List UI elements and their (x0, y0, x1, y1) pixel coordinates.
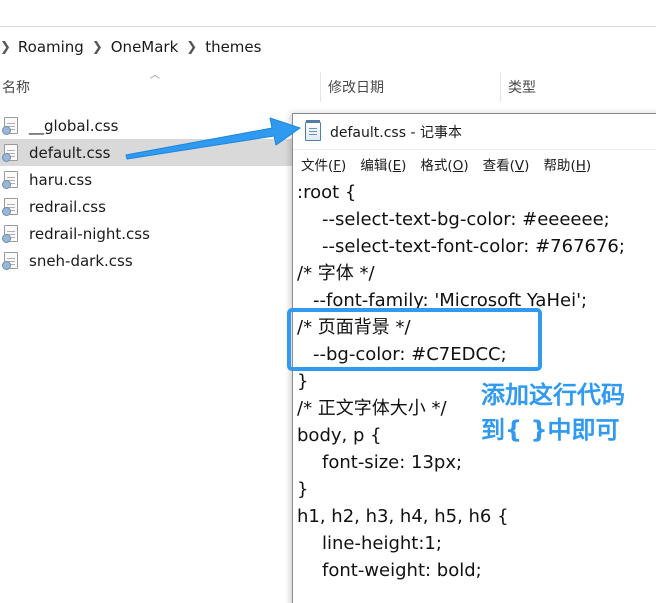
css-file-icon (2, 117, 18, 135)
menu-accelerator: H (575, 157, 586, 174)
menu-edit[interactable]: 编辑(E) (360, 154, 406, 174)
highlight-box (287, 308, 542, 371)
file-name: redrail.css (29, 197, 106, 216)
file-name: redrail-night.css (29, 224, 150, 243)
menu-accelerator: O (452, 157, 464, 174)
menu-format[interactable]: 格式(O) (420, 154, 468, 174)
breadcrumb-roaming[interactable]: Roaming (16, 38, 86, 56)
css-file-icon (2, 144, 18, 162)
file-item-selected[interactable]: default.css (0, 139, 300, 166)
toolbar-divider (0, 26, 656, 27)
css-file-icon (2, 225, 18, 243)
menu-label: 文件 (301, 157, 328, 174)
menu-label: 编辑 (360, 157, 388, 174)
code-line: :root { (297, 182, 357, 203)
menu-file[interactable]: 文件(F) (301, 154, 346, 174)
code-line: font-size: 13px; (322, 452, 463, 473)
menu-accelerator: E (392, 157, 402, 174)
annotation-line: 添加这行代码 (481, 381, 625, 409)
column-divider[interactable] (500, 72, 501, 102)
column-header-type[interactable]: 类型 (508, 70, 536, 104)
column-header-name[interactable]: 名称 (2, 70, 30, 104)
chevron-right-icon[interactable]: ❯ (180, 40, 203, 55)
menu-label: 查看 (482, 157, 510, 174)
chevron-right-icon[interactable]: ❯ (0, 40, 16, 55)
menu-help[interactable]: 帮助(H) (543, 154, 591, 174)
menu-accelerator: V (514, 157, 525, 174)
menu-view[interactable]: 查看(V) (483, 154, 530, 174)
menu-label: 帮助 (543, 157, 571, 174)
chevron-right-icon[interactable]: ❯ (86, 40, 109, 55)
file-name: __global.css (29, 116, 119, 135)
file-name: default.css (29, 143, 111, 162)
menu-accelerator: F (333, 157, 342, 174)
menu-label: 格式 (420, 157, 448, 174)
breadcrumb-themes[interactable]: themes (203, 38, 263, 56)
code-line: font-weight: bold; (322, 560, 482, 581)
window-title: default.css - 记事本 (330, 124, 462, 141)
breadcrumb-onemark[interactable]: OneMark (109, 38, 181, 56)
address-bar[interactable]: ❯ Roaming ❯ OneMark ❯ themes (0, 33, 656, 61)
file-name: haru.css (29, 170, 93, 189)
code-line: /* 字体 */ (297, 263, 375, 284)
code-line: --select-text-bg-color: #eeeeee; (322, 209, 610, 230)
code-line: h1, h2, h3, h4, h5, h6 { (297, 506, 509, 527)
file-name: sneh-dark.css (29, 251, 133, 270)
css-file-icon (2, 171, 18, 189)
code-line: --select-text-font-color: #767676; (322, 236, 625, 257)
code-line: line-height:1; (322, 533, 442, 554)
column-headers: 名称 修改日期 类型 (0, 70, 656, 104)
notepad-icon (305, 120, 321, 141)
css-file-icon (2, 198, 18, 216)
code-line: } (297, 479, 309, 500)
column-header-date[interactable]: 修改日期 (328, 70, 384, 104)
annotation-note: 添加这行代码 到{ }中即可 (481, 378, 656, 448)
screenshot: ❯ Roaming ❯ OneMark ❯ themes ︿ 名称 修改日期 类… (0, 0, 656, 603)
column-divider[interactable] (320, 72, 321, 102)
menu-bar: 文件(F) 编辑(E) 格式(O) 查看(V) 帮助(H) (293, 150, 656, 177)
css-file-icon (2, 252, 18, 270)
annotation-line: 到{ }中即可 (481, 416, 620, 444)
notepad-title-bar[interactable]: default.css - 记事本 (293, 114, 656, 150)
